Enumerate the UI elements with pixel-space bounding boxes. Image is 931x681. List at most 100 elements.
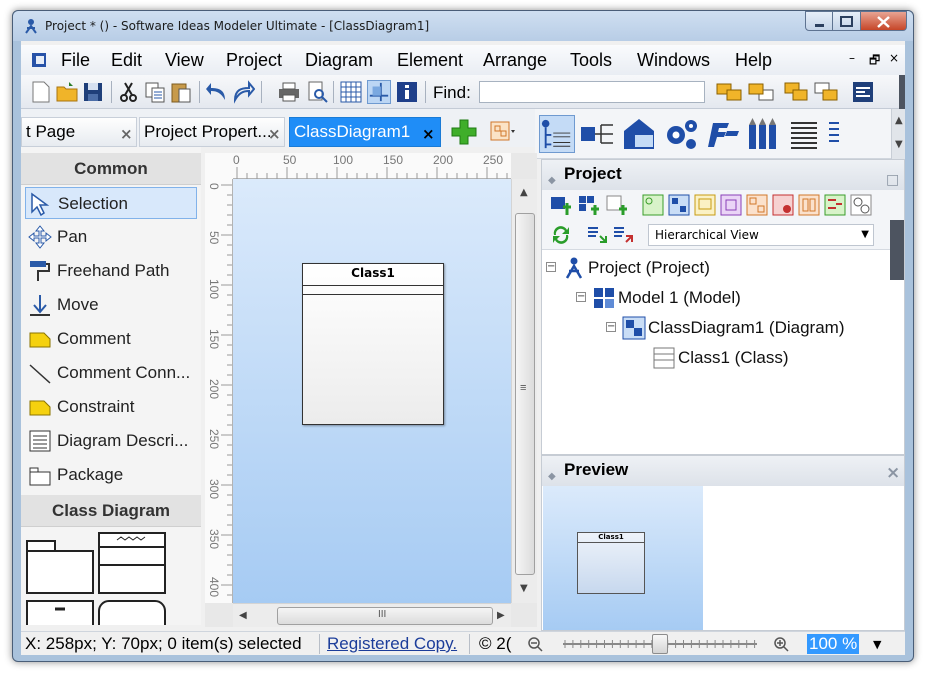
info-icon[interactable] [395, 80, 419, 104]
toolbox-class-diagram-header[interactable]: Class Diagram [21, 495, 201, 527]
package-shape-icon[interactable] [25, 531, 95, 595]
find-input[interactable] [479, 81, 705, 103]
zoom-in-icon[interactable] [773, 636, 789, 652]
sort-up-icon[interactable] [612, 224, 634, 246]
menu-project[interactable]: Project [226, 50, 282, 71]
state-diagram-icon[interactable] [798, 194, 820, 216]
preview-viewport[interactable]: Class1 [543, 486, 703, 630]
view-toolbar-scroll[interactable]: ▲ ▼ [891, 109, 905, 159]
scroll-up-icon[interactable]: ▲ [520, 187, 528, 198]
zoom-out-icon[interactable] [527, 636, 543, 652]
diagram-drawing-surface[interactable]: Class1 [233, 179, 511, 603]
cut-icon[interactable] [117, 80, 141, 104]
chevron-down-icon[interactable]: ▼ [873, 638, 881, 651]
menu-edit[interactable]: Edit [111, 50, 142, 71]
tab-start-page[interactable]: t Page × [21, 117, 137, 147]
panel-close-icon[interactable]: × [886, 459, 900, 487]
deployment-diagram-icon[interactable] [746, 194, 768, 216]
minimize-button[interactable] [805, 11, 833, 31]
tool-constraint[interactable]: Constraint [25, 391, 197, 423]
class-diagram-icon[interactable] [668, 194, 690, 216]
horizontal-scrollbar[interactable]: ◀ III ▶ [233, 603, 511, 627]
align-icon[interactable] [851, 80, 875, 104]
tool-comment[interactable]: Comment [25, 323, 197, 355]
component-diagram-icon[interactable] [720, 194, 742, 216]
print-preview-icon[interactable] [305, 80, 329, 104]
toolbox-common-header[interactable]: Common [21, 153, 201, 185]
project-panel-header[interactable]: ◆ Project □ [542, 160, 904, 190]
custom-diagram-icon[interactable] [850, 194, 872, 216]
send-to-back-icon[interactable] [747, 80, 777, 104]
menu-diagram[interactable]: Diagram [305, 50, 373, 71]
sort-down-icon[interactable] [586, 224, 608, 246]
new-file-icon[interactable] [29, 80, 53, 104]
document-icon[interactable] [31, 52, 47, 68]
tool-pan[interactable]: Pan [25, 221, 197, 253]
scroll-left-icon[interactable]: ◀ [239, 610, 247, 621]
tab-close-icon[interactable]: × [422, 120, 435, 146]
tab-close-icon[interactable]: × [268, 120, 281, 146]
tool-comment-connector[interactable]: Comment Conn... [25, 357, 197, 389]
tool-diagram-description[interactable]: Diagram Descri... [25, 425, 197, 457]
title-bar[interactable]: Project * () - Software Ideas Modeler Ul… [13, 11, 913, 41]
preview-panel-header[interactable]: ◆ Preview × [542, 456, 904, 486]
zoom-slider[interactable] [561, 634, 759, 654]
interface-shape-icon[interactable] [97, 599, 167, 625]
tool-freehand-path[interactable]: Freehand Path [25, 255, 197, 287]
grid-icon[interactable] [339, 80, 363, 104]
element-view-icon[interactable] [621, 115, 657, 153]
usecase-diagram-icon[interactable] [642, 194, 664, 216]
refresh-icon[interactable] [550, 224, 572, 246]
project-view-icon[interactable] [539, 115, 575, 153]
undo-icon[interactable] [205, 80, 229, 104]
add-diagram-small-icon[interactable] [606, 194, 628, 216]
snap-to-grid-icon[interactable] [367, 80, 391, 104]
scroll-down-icon[interactable]: ▼ [520, 583, 528, 594]
component-shape-icon[interactable] [25, 599, 95, 625]
documentation-icon[interactable] [787, 115, 823, 153]
diagram-layout-icon[interactable] [489, 119, 517, 145]
send-backward-icon[interactable] [813, 80, 843, 104]
object-diagram-icon[interactable] [694, 194, 716, 216]
mdi-close-button[interactable]: × [889, 51, 899, 65]
activity-diagram-icon[interactable] [824, 194, 846, 216]
menu-windows[interactable]: Windows [637, 50, 710, 71]
add-package-icon[interactable] [550, 194, 572, 216]
save-icon[interactable] [81, 80, 105, 104]
tab-close-icon[interactable]: × [120, 120, 133, 146]
zoom-slider-thumb[interactable] [652, 634, 668, 654]
close-button[interactable] [861, 11, 907, 31]
view-mode-select[interactable]: Hierarchical View ▼ [648, 224, 874, 246]
maximize-button[interactable] [833, 11, 861, 31]
project-toolbar-overflow[interactable] [890, 220, 904, 280]
more-views-icon[interactable] [827, 115, 841, 153]
bring-forward-icon[interactable] [783, 80, 813, 104]
sequence-diagram-icon[interactable] [772, 194, 794, 216]
menu-view[interactable]: View [165, 50, 204, 71]
add-diagram-icon[interactable] [449, 117, 479, 147]
tool-selection[interactable]: Selection [25, 187, 197, 219]
mdi-restore-button[interactable]: 🗗 [869, 51, 880, 72]
settings-gear-icon[interactable] [663, 115, 699, 153]
copy-icon[interactable] [143, 80, 167, 104]
scroll-right-icon[interactable]: ▶ [497, 610, 505, 621]
tool-move[interactable]: Move [25, 289, 197, 321]
bring-to-front-icon[interactable] [715, 80, 745, 104]
tool-package[interactable]: Package [25, 459, 197, 491]
tab-project-properties[interactable]: Project Propert... × [139, 117, 285, 147]
menu-help[interactable]: Help [735, 50, 772, 71]
redo-icon[interactable] [231, 80, 255, 104]
menu-element[interactable]: Element [397, 50, 463, 71]
add-model-icon[interactable] [578, 194, 600, 216]
tree-expander[interactable]: − [606, 322, 616, 332]
tree-expander[interactable]: − [546, 262, 556, 272]
tools-pencils-icon[interactable] [745, 115, 781, 153]
paste-icon[interactable] [169, 80, 193, 104]
tab-classdiagram1[interactable]: ClassDiagram1 × [289, 117, 441, 147]
vertical-scrollbar[interactable]: ▲ ≡ ▼ [511, 179, 537, 603]
registered-copy-link[interactable]: Registered Copy. [327, 634, 457, 654]
print-icon[interactable] [277, 80, 301, 104]
style-format-icon[interactable] [705, 115, 741, 153]
mdi-minimize-button[interactable]: – [849, 51, 855, 65]
menu-tools[interactable]: Tools [570, 50, 612, 71]
